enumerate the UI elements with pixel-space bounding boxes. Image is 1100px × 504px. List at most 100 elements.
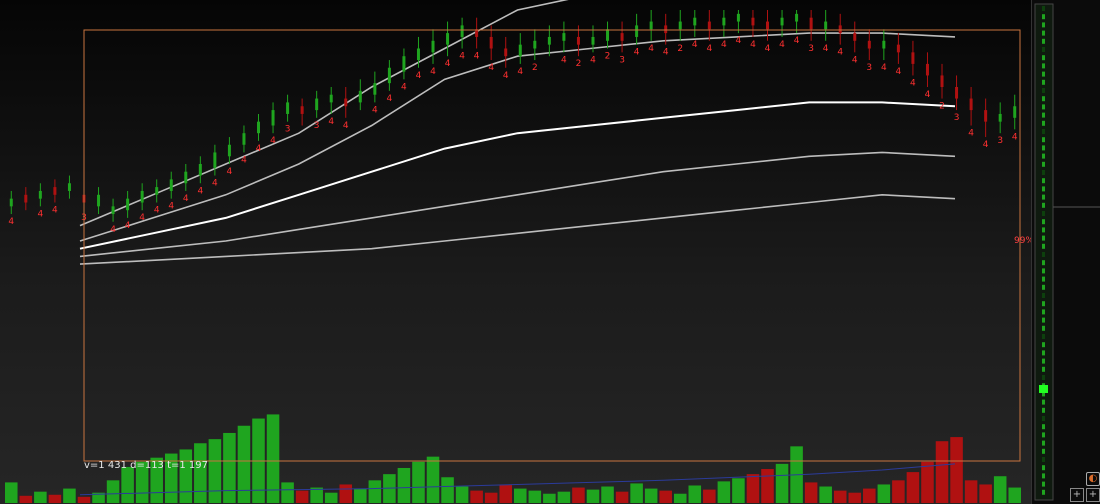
count-label: 3 bbox=[997, 136, 1003, 146]
candle-body bbox=[896, 44, 900, 53]
count-label: 4 bbox=[896, 67, 902, 77]
volume-bar bbox=[339, 484, 353, 503]
mini-tick bbox=[1042, 440, 1045, 446]
chart-area: 4443444444444444334444444444444242423444… bbox=[0, 0, 1100, 504]
volume-bar bbox=[906, 472, 920, 503]
mini-tick bbox=[1042, 186, 1045, 192]
grid-icon[interactable]: + bbox=[1070, 488, 1084, 502]
count-label: 4 bbox=[416, 71, 422, 81]
candle-body bbox=[198, 164, 202, 176]
count-label: 3 bbox=[808, 44, 814, 54]
candle-body bbox=[562, 33, 566, 41]
volume-bar bbox=[557, 491, 571, 503]
candle-body bbox=[344, 98, 348, 107]
count-label: 4 bbox=[779, 40, 785, 50]
count-label: 4 bbox=[459, 52, 465, 62]
count-label: 4 bbox=[241, 155, 247, 165]
count-label: 4 bbox=[430, 67, 436, 77]
volume-bar bbox=[804, 482, 818, 503]
count-label: 4 bbox=[910, 78, 916, 88]
candle-body bbox=[257, 121, 260, 134]
count-label: 4 bbox=[663, 48, 669, 58]
volume-bar bbox=[775, 463, 789, 503]
candle-body bbox=[1013, 106, 1017, 118]
candle-body bbox=[97, 194, 101, 207]
mini-tick bbox=[1042, 366, 1045, 372]
candle-body bbox=[882, 40, 886, 49]
mini-tick bbox=[1042, 309, 1045, 315]
volume-bar bbox=[528, 490, 542, 503]
count-label: 4 bbox=[736, 36, 742, 46]
grid-icon-2[interactable]: + bbox=[1086, 488, 1100, 502]
tag-icon[interactable]: ◐ bbox=[1086, 472, 1100, 486]
band-lower-1 bbox=[79, 151, 956, 258]
volume-bar bbox=[223, 432, 236, 503]
count-label: 4 bbox=[925, 90, 931, 100]
count-label: 4 bbox=[968, 129, 974, 139]
mini-tick bbox=[1042, 342, 1045, 348]
candle-body bbox=[853, 33, 857, 41]
candle-body bbox=[664, 25, 668, 34]
candle-body bbox=[955, 87, 959, 99]
volume-bar bbox=[688, 485, 702, 503]
count-label: 2 bbox=[677, 44, 683, 54]
mini-tick bbox=[1042, 120, 1045, 126]
candle-body bbox=[315, 98, 319, 111]
candle-layer bbox=[9, 10, 1017, 222]
band-upper-1 bbox=[79, 32, 956, 242]
volume-bar bbox=[717, 481, 731, 503]
mini-tick bbox=[1042, 14, 1045, 20]
candle-body bbox=[358, 90, 362, 103]
mini-tick bbox=[1042, 284, 1045, 290]
count-label: 2 bbox=[532, 63, 538, 73]
mini-tick bbox=[1042, 399, 1045, 405]
mini-tick bbox=[1042, 301, 1045, 307]
volume-bar bbox=[630, 483, 643, 503]
mini-tick bbox=[1042, 481, 1045, 487]
volume-bar bbox=[863, 488, 876, 503]
count-label: 2 bbox=[605, 52, 611, 62]
mini-tick bbox=[1042, 6, 1045, 11]
candle-body bbox=[795, 13, 799, 22]
volume-bar bbox=[106, 480, 120, 503]
volume-bar bbox=[761, 469, 774, 503]
volume-bar bbox=[586, 489, 600, 503]
stats-text: v=1 431 d=113 t=1 197 bbox=[84, 460, 209, 471]
count-label: 4 bbox=[983, 140, 989, 150]
candle-body bbox=[155, 187, 159, 195]
mini-tick bbox=[1042, 416, 1045, 421]
volume-bar bbox=[572, 487, 585, 503]
candle-body bbox=[591, 36, 595, 45]
candle-body bbox=[635, 25, 639, 37]
candle-body bbox=[271, 110, 275, 126]
mini-tick bbox=[1042, 325, 1045, 331]
candle-body bbox=[969, 98, 973, 111]
volume-bar bbox=[354, 488, 367, 503]
mini-tick bbox=[1042, 268, 1045, 274]
candle-body bbox=[736, 13, 740, 22]
count-label: 2 bbox=[939, 102, 945, 112]
mini-tick bbox=[1042, 88, 1045, 93]
candle-body bbox=[460, 25, 464, 37]
volume-bar bbox=[746, 474, 760, 503]
mini-tick bbox=[1042, 211, 1045, 216]
candle-body bbox=[504, 48, 508, 57]
mini-tick bbox=[1042, 202, 1045, 208]
candle-body bbox=[722, 17, 726, 26]
count-label: 4 bbox=[197, 186, 203, 196]
mini-tick bbox=[1042, 170, 1045, 175]
mini-tick bbox=[1042, 47, 1045, 52]
volume-bar bbox=[921, 461, 934, 503]
mini-tick bbox=[1042, 112, 1045, 118]
volume-bar bbox=[5, 482, 18, 503]
candle-body bbox=[213, 152, 217, 168]
count-label: 4 bbox=[706, 44, 712, 54]
count-label: 4 bbox=[343, 121, 349, 131]
mini-tick bbox=[1042, 473, 1045, 479]
mini-tick bbox=[1042, 104, 1045, 110]
candle-body bbox=[838, 25, 842, 34]
mini-tick bbox=[1042, 178, 1045, 184]
mini-tick bbox=[1042, 38, 1045, 44]
count-label: 4 bbox=[692, 40, 698, 50]
candle-body bbox=[431, 40, 435, 53]
